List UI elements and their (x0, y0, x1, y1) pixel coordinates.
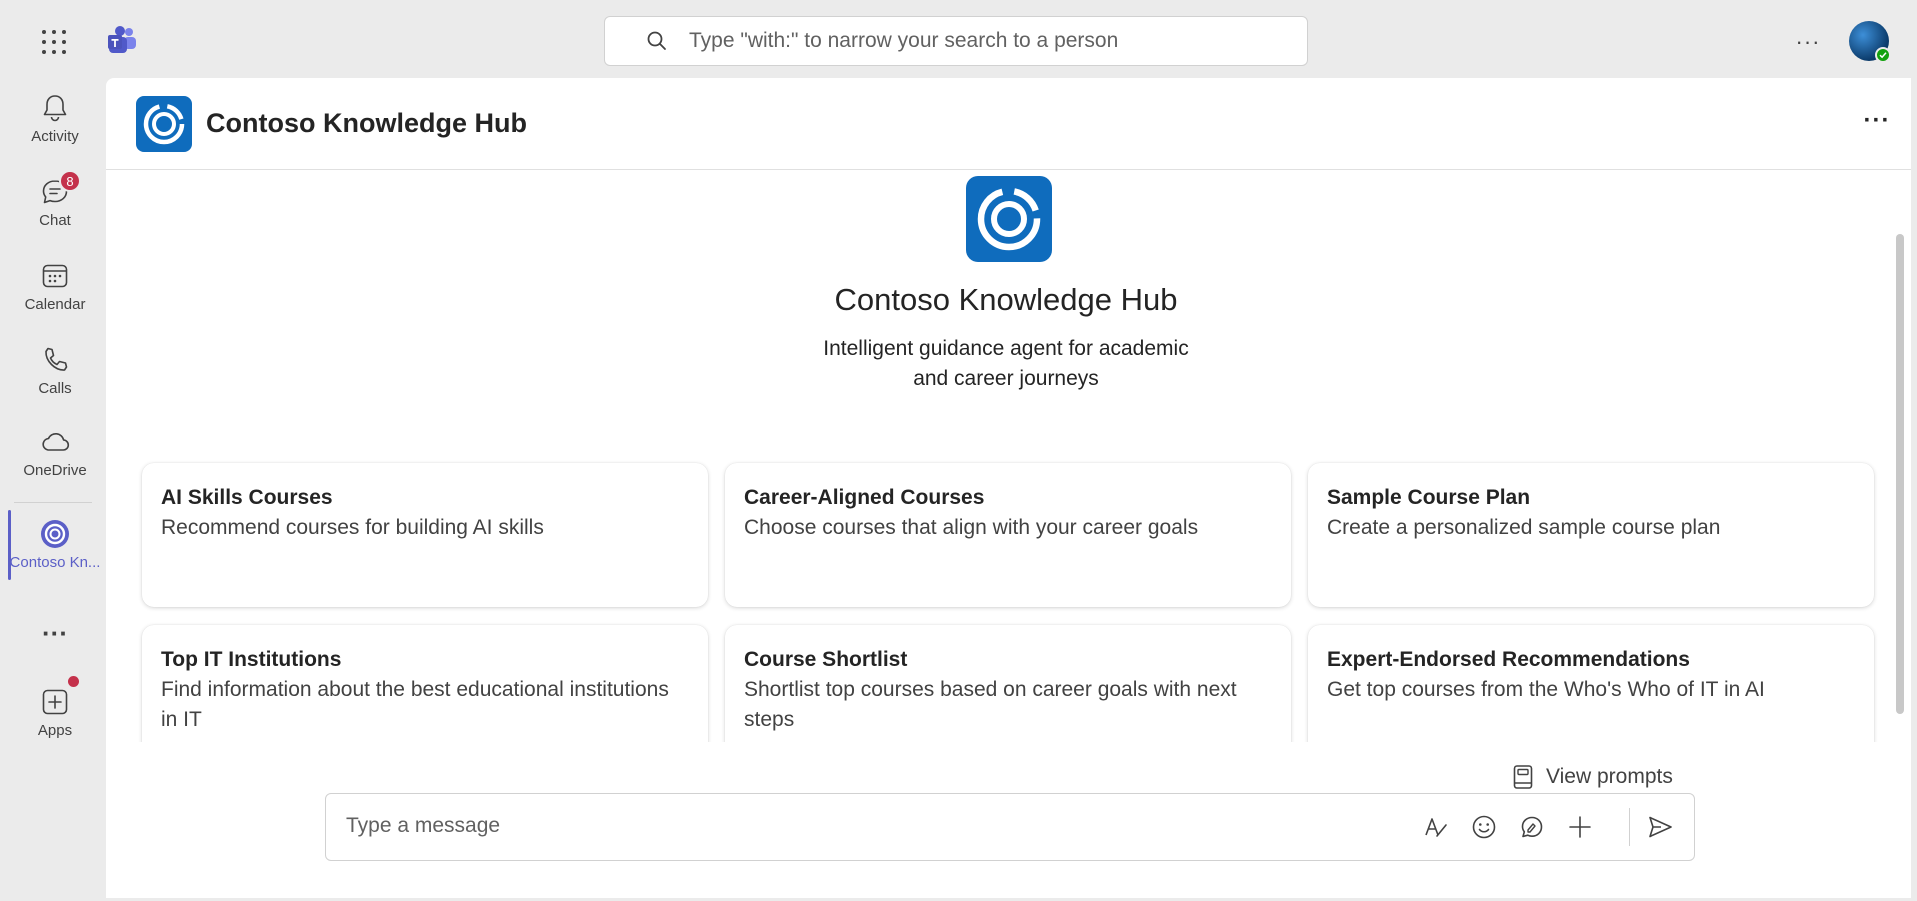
agent-description: Intelligent guidance agent for academic … (823, 337, 1189, 390)
prompt-card-description: Get top courses from the Who's Who of IT… (1327, 678, 1765, 701)
search-icon (645, 29, 669, 53)
avatar[interactable] (1849, 21, 1891, 63)
unread-badge: 8 (59, 170, 81, 192)
main-panel: Contoso Knowledge Hub ··· Contoso Knowle… (106, 78, 1911, 898)
add-attachment-icon[interactable] (1564, 811, 1596, 843)
toolbar-divider (1629, 808, 1630, 846)
prompt-card-description: Recommend courses for building AI skills (161, 516, 544, 539)
app-more-button[interactable]: ··· (1862, 108, 1892, 138)
prompt-card-title: AI Skills Courses (161, 486, 333, 509)
prompt-card-title: Top IT Institutions (161, 648, 342, 671)
contoso-icon (39, 518, 71, 550)
prompt-card-description: Find information about the best educatio… (161, 678, 669, 731)
prompt-card[interactable]: AI Skills Courses Recommend courses for … (142, 463, 708, 607)
rail-divider (14, 502, 92, 503)
calendar-icon (39, 260, 71, 292)
message-composer[interactable]: Type a message (325, 793, 1695, 861)
prompt-card-description: Choose courses that align with your care… (744, 516, 1199, 539)
message-input[interactable]: Type a message (346, 814, 500, 838)
rail-item-label: Apps (37, 722, 73, 739)
emoji-icon[interactable] (1468, 811, 1500, 843)
rail-item-more[interactable]: ··· (6, 618, 104, 694)
prompt-card-title: Career-Aligned Courses (744, 486, 985, 509)
waffle-icon[interactable] (40, 28, 68, 56)
view-prompts-label: View prompts (1546, 765, 1673, 788)
page-title: Contoso Knowledge Hub (206, 108, 527, 138)
rail-item-contoso[interactable]: Contoso Kn... (6, 510, 104, 594)
prompt-card-description: Create a personalized sample course plan (1327, 516, 1721, 539)
rail-item-label: Contoso Kn... (9, 554, 101, 571)
rail-item-chat[interactable]: 8 Chat (6, 170, 104, 252)
search-input[interactable]: Type "with:" to narrow your search to a … (689, 29, 1118, 53)
rail-item-label: Calendar (24, 296, 86, 313)
agent-logo-icon (966, 176, 1052, 262)
rail-item-apps[interactable]: Apps (6, 686, 104, 762)
prompt-card-description: Shortlist top courses based on career go… (744, 678, 1237, 731)
prompt-card-title: Sample Course Plan (1327, 486, 1531, 509)
format-icon[interactable] (1420, 811, 1452, 843)
top-bar: Type "with:" to narrow your search to a … (0, 0, 1917, 78)
loop-compose-icon[interactable] (1516, 811, 1548, 843)
send-icon[interactable] (1644, 811, 1676, 843)
view-prompts-button[interactable]: View prompts (1512, 760, 1673, 794)
agent-title: Contoso Knowledge Hub (834, 282, 1178, 317)
rail-item-calendar[interactable]: Calendar (6, 260, 104, 336)
cloud-icon (39, 426, 71, 458)
scrollbar-thumb[interactable] (1896, 234, 1904, 714)
prompt-book-icon (1512, 764, 1534, 790)
rail-item-label: Activity (31, 128, 79, 145)
more-icon: ··· (42, 618, 68, 648)
bell-icon (39, 92, 71, 124)
rail-item-label: OneDrive (23, 462, 87, 479)
app-rail: Activity 8 Chat Calendar Calls OneDrive … (0, 78, 106, 901)
phone-icon (39, 344, 71, 376)
rail-item-label: Calls (38, 380, 72, 397)
rail-item-onedrive[interactable]: OneDrive (6, 426, 104, 502)
prompt-card-title: Expert-Endorsed Recommendations (1327, 648, 1690, 671)
settings-more-button[interactable]: ··· (1794, 28, 1822, 56)
contoso-logo-icon (136, 96, 192, 152)
prompt-card[interactable]: Sample Course Plan Create a personalized… (1308, 463, 1874, 607)
rail-item-activity[interactable]: Activity (6, 92, 104, 168)
search-box[interactable]: Type "with:" to narrow your search to a … (604, 16, 1308, 66)
add-apps-icon (39, 686, 71, 718)
chat-icon: 8 (39, 170, 81, 208)
app-header: Contoso Knowledge Hub ··· (106, 78, 1911, 170)
prompt-card-title: Course Shortlist (744, 648, 908, 671)
prompt-card[interactable]: Career-Aligned Courses Choose courses th… (725, 463, 1291, 607)
rail-item-label: Chat (39, 212, 71, 229)
rail-item-calls[interactable]: Calls (6, 344, 104, 420)
teams-logo-icon (106, 24, 138, 56)
presence-available-icon (1875, 47, 1891, 63)
